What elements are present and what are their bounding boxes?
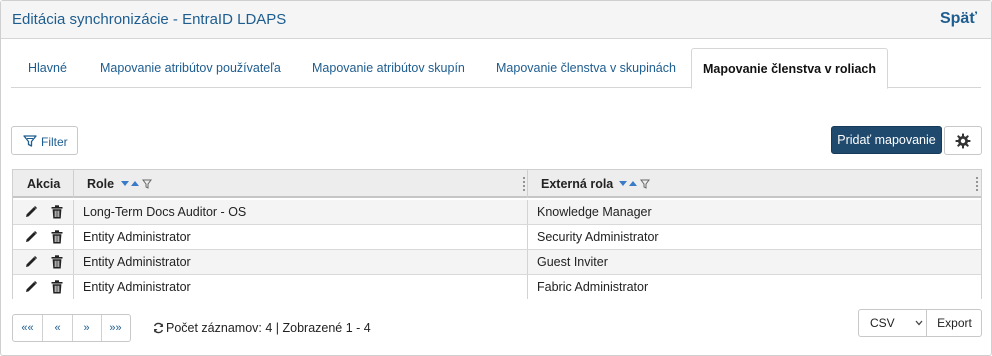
settings-button[interactable]: [944, 126, 982, 155]
tab-main[interactable]: Hlavné: [28, 48, 67, 88]
tab-group-attribute-mapping[interactable]: Mapovanie atribútov skupín: [312, 48, 465, 88]
row-actions: [13, 200, 73, 224]
external-role-cell: Security Administrator: [537, 230, 659, 244]
table-row: Entity Administrator Security Administra…: [13, 225, 981, 250]
sort-icon[interactable]: [120, 179, 154, 189]
column-header-external-role[interactable]: Externá rola: [541, 170, 613, 198]
row-actions: [13, 225, 73, 249]
back-link[interactable]: Späť: [940, 10, 977, 28]
edit-icon[interactable]: [24, 280, 38, 294]
row-actions: [13, 275, 73, 299]
edit-icon[interactable]: [24, 205, 38, 219]
external-role-cell: Guest Inviter: [537, 255, 608, 269]
column-resize-handle[interactable]: [523, 176, 525, 192]
panel-header: Editácia synchronizácie - EntraID LDAPS …: [1, 1, 991, 39]
role-cell: Entity Administrator: [83, 280, 191, 294]
trash-icon[interactable]: [51, 205, 63, 219]
external-role-cell: Fabric Administrator: [537, 280, 649, 294]
filter-button[interactable]: Filter: [11, 126, 78, 155]
export-format-select[interactable]: CSV: [859, 310, 927, 336]
column-header-action: Akcia: [27, 177, 61, 191]
trash-icon[interactable]: [51, 280, 63, 294]
edit-icon[interactable]: [24, 255, 38, 269]
chevron-down-icon: [915, 320, 923, 326]
column-resize-handle[interactable]: [976, 176, 978, 192]
refresh-icon[interactable]: [153, 322, 164, 334]
first-page-button[interactable]: ««: [13, 315, 42, 341]
page-title: Editácia synchronizácie - EntraID LDAPS: [12, 11, 287, 28]
table-row: Long-Term Docs Auditor - OS Knowledge Ma…: [13, 200, 981, 225]
tab-bar: Hlavné Mapovanie atribútov používateľa M…: [11, 48, 981, 89]
export-button[interactable]: Export: [928, 310, 981, 336]
last-page-button[interactable]: »»: [101, 315, 130, 341]
export-format-value: CSV: [870, 316, 895, 330]
external-role-cell: Knowledge Manager: [537, 205, 652, 219]
tab-group-membership-mapping[interactable]: Mapovanie členstva v skupinách: [496, 48, 676, 88]
sync-edit-panel: Editácia synchronizácie - EntraID LDAPS …: [0, 0, 992, 356]
role-cell: Entity Administrator: [83, 255, 191, 269]
table-row: Entity Administrator Guest Inviter: [13, 250, 981, 275]
table-header: Akcia Role Externá rola: [13, 170, 981, 198]
export-group: CSV Export: [858, 309, 982, 337]
role-cell: Entity Administrator: [83, 230, 191, 244]
tab-user-attribute-mapping[interactable]: Mapovanie atribútov používateľa: [100, 48, 281, 88]
role-cell: Long-Term Docs Auditor - OS: [83, 205, 247, 219]
next-page-button[interactable]: »: [72, 315, 101, 341]
tab-role-membership-mapping[interactable]: Mapovanie členstva v roliach: [691, 48, 888, 89]
trash-icon[interactable]: [51, 230, 63, 244]
edit-icon[interactable]: [24, 230, 38, 244]
record-count-text: Počet záznamov: 4 | Zobrazené 1 - 4: [166, 321, 371, 335]
row-actions: [13, 250, 73, 274]
add-mapping-button[interactable]: Pridať mapovanie: [831, 126, 942, 154]
prev-page-button[interactable]: «: [43, 315, 72, 341]
filter-icon: [23, 134, 37, 148]
table-row: Entity Administrator Fabric Administrato…: [13, 275, 981, 300]
sort-icon[interactable]: [618, 179, 652, 189]
gear-icon: [955, 133, 971, 149]
pagination: «« « » »»: [12, 314, 131, 342]
column-header-role[interactable]: Role: [87, 170, 114, 198]
trash-icon[interactable]: [51, 255, 63, 269]
role-mapping-table: Akcia Role Externá rola Long-Term Docs A…: [12, 169, 982, 300]
filter-label: Filter: [41, 135, 68, 149]
